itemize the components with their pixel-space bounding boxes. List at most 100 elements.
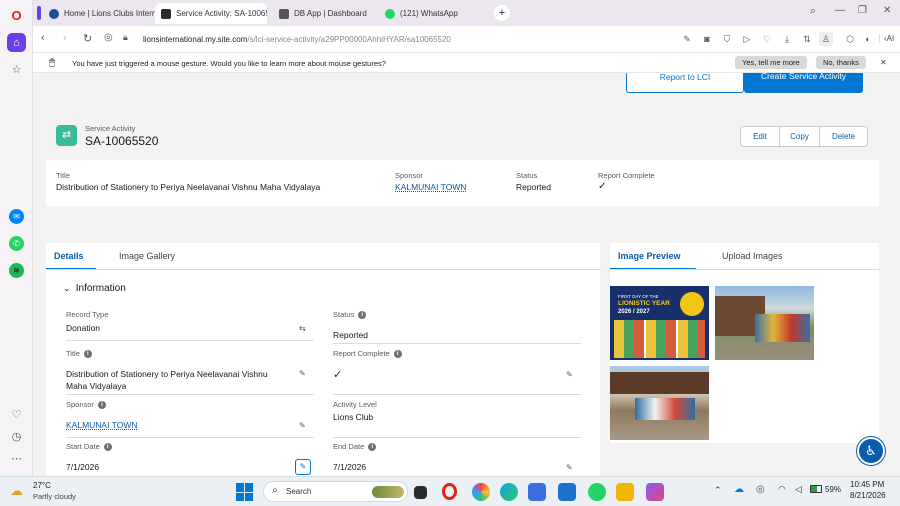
- edit-button[interactable]: Edit: [740, 126, 780, 147]
- copy-button[interactable]: Copy: [780, 126, 820, 147]
- group-photo-2[interactable]: [610, 366, 709, 440]
- close-infobar-icon[interactable]: ✕: [880, 58, 887, 67]
- tab-group-indicator: [37, 6, 41, 20]
- app-icon[interactable]: [646, 483, 664, 501]
- shield-icon[interactable]: ⛉: [720, 32, 734, 46]
- sync-icon[interactable]: ⇅: [800, 32, 814, 46]
- image-preview-card: Image Preview Upload Images FIRST DAY OF…: [610, 243, 879, 443]
- download-icon[interactable]: ⤓: [780, 32, 794, 46]
- end-date-field-value: 7/1/2026: [333, 462, 367, 472]
- chevron-up-icon[interactable]: ⌃: [714, 485, 722, 496]
- spotify-icon[interactable]: ≋: [9, 263, 24, 278]
- report-to-lci-button[interactable]: Report to LCI: [626, 73, 744, 93]
- heart-icon[interactable]: ♡: [760, 32, 774, 46]
- highlight-sponsor-link[interactable]: KALMUNAI TOWN: [395, 182, 466, 192]
- back-icon[interactable]: ‹: [41, 32, 45, 44]
- record-type-field-value: Donation: [66, 323, 101, 333]
- opera-logo-icon[interactable]: O: [7, 6, 26, 25]
- taskbar-search[interactable]: ⌕ Search: [263, 481, 408, 502]
- change-record-type-icon[interactable]: ⇆: [299, 324, 306, 333]
- heart-icon[interactable]: ♡: [7, 405, 26, 424]
- edit-icon[interactable]: ✎: [680, 32, 694, 46]
- info-icon[interactable]: i: [97, 401, 106, 410]
- windows-start-icon[interactable]: [236, 483, 254, 501]
- star-icon[interactable]: ☆: [7, 60, 26, 79]
- gesture-yes-button[interactable]: Yes, tell me more: [735, 56, 807, 69]
- wifi-icon[interactable]: ◠: [778, 484, 786, 495]
- start-date-field-label: Start Date i: [66, 442, 112, 452]
- group-photo-1[interactable]: [715, 286, 814, 360]
- lions-logo-icon: [49, 8, 59, 19]
- reload-icon[interactable]: ↻: [83, 32, 92, 45]
- tab-upload-images[interactable]: Upload Images: [722, 251, 783, 261]
- task-view-icon[interactable]: [414, 486, 427, 499]
- speaker-icon[interactable]: ◁: [795, 484, 802, 495]
- clock-time[interactable]: 10:45 PM: [850, 480, 884, 489]
- tab-image-gallery[interactable]: Image Gallery: [119, 251, 175, 261]
- info-icon[interactable]: i: [393, 350, 402, 359]
- more-icon[interactable]: ⋯: [7, 449, 26, 468]
- report-complete-field-label: Report Complete i: [333, 349, 402, 359]
- edit-pencil-icon[interactable]: ✎: [566, 370, 573, 379]
- accessibility-icon[interactable]: ♿︎: [857, 437, 885, 465]
- play-icon[interactable]: ▷: [740, 32, 754, 46]
- handshake-icon: ⇄: [56, 125, 77, 146]
- opera-taskbar-icon[interactable]: [442, 483, 457, 500]
- ai-button[interactable]: ‹AI: [879, 34, 894, 43]
- whatsapp-taskbar-icon[interactable]: [588, 483, 606, 501]
- poster-image[interactable]: FIRST DAY OF THE LIONISTIC YEAR 2026 / 2…: [610, 286, 709, 360]
- delete-button[interactable]: Delete: [820, 126, 868, 147]
- clock-date[interactable]: 8/21/2026: [850, 491, 886, 500]
- url-field[interactable]: lionsinternational.my.site.com/s/lci-ser…: [143, 35, 451, 44]
- title-field-label: Title i: [66, 349, 92, 359]
- profile-icon[interactable]: ♙: [819, 32, 833, 46]
- outlook-icon[interactable]: [558, 483, 576, 501]
- edit-pencil-icon[interactable]: ✎: [299, 369, 306, 378]
- info-icon[interactable]: i: [103, 443, 112, 452]
- gesture-no-button[interactable]: No, thanks: [816, 56, 866, 69]
- file-explorer-icon[interactable]: [616, 483, 634, 501]
- home-icon[interactable]: ⌂: [7, 33, 26, 52]
- weather-icon[interactable]: ☁: [10, 483, 28, 499]
- info-icon[interactable]: i: [358, 311, 367, 320]
- create-service-activity-button[interactable]: Create Service Activity: [744, 73, 863, 93]
- restore-icon[interactable]: ❐: [858, 5, 867, 16]
- history-icon[interactable]: ◷: [7, 427, 26, 446]
- edit-start-date-button[interactable]: ✎: [295, 459, 311, 475]
- copilot-icon[interactable]: [472, 483, 490, 501]
- tab-details[interactable]: Details: [54, 251, 84, 261]
- speed-dial-icon[interactable]: ◎: [104, 32, 113, 43]
- highlight-status-value: Reported: [516, 182, 551, 192]
- extensions-icon[interactable]: ⬡: [843, 32, 857, 46]
- edit-pencil-icon[interactable]: ✎: [566, 463, 573, 472]
- information-section-header[interactable]: ⌄ Information: [63, 283, 126, 294]
- battery-icon[interactable]: [810, 485, 822, 493]
- end-date-field-label: End Date i: [333, 442, 377, 452]
- tab-home-lions[interactable]: Home | Lions Clubs Intern: [43, 3, 155, 24]
- info-icon[interactable]: i: [368, 443, 377, 452]
- messenger-icon[interactable]: ✉: [9, 209, 24, 224]
- tab-whatsapp[interactable]: (121) WhatsApp: [379, 3, 489, 24]
- weather-temp: 27°C: [33, 481, 51, 490]
- minimize-icon[interactable]: —: [835, 5, 845, 16]
- tab-image-preview[interactable]: Image Preview: [618, 251, 681, 261]
- new-tab-button[interactable]: +: [494, 5, 510, 21]
- close-window-icon[interactable]: ✕: [883, 5, 891, 16]
- onedrive-icon[interactable]: ☁: [734, 484, 744, 495]
- forward-icon[interactable]: ›: [63, 32, 67, 44]
- vpn-icon[interactable]: ◐: [861, 32, 875, 46]
- whatsapp-icon[interactable]: ✆: [9, 236, 24, 251]
- store-icon[interactable]: [528, 483, 546, 501]
- search-tabs-icon[interactable]: ⌕: [810, 5, 816, 18]
- field-divider: [333, 437, 581, 438]
- edge-icon[interactable]: [500, 483, 518, 501]
- camera-icon[interactable]: ◙: [700, 32, 714, 46]
- edit-pencil-icon[interactable]: ✎: [299, 421, 306, 430]
- tab-service-activity[interactable]: Service Activity: SA-10065 ✕: [155, 3, 267, 24]
- activity-level-field-label: Activity Level: [333, 400, 377, 409]
- tray-app-icon[interactable]: ◎: [756, 484, 765, 495]
- chevron-down-icon: ⌄: [63, 283, 71, 293]
- info-icon[interactable]: i: [83, 350, 92, 359]
- sponsor-field-link[interactable]: KALMUNAI TOWN: [66, 420, 137, 430]
- tab-db-app[interactable]: DB App | Dashboard: [273, 3, 373, 24]
